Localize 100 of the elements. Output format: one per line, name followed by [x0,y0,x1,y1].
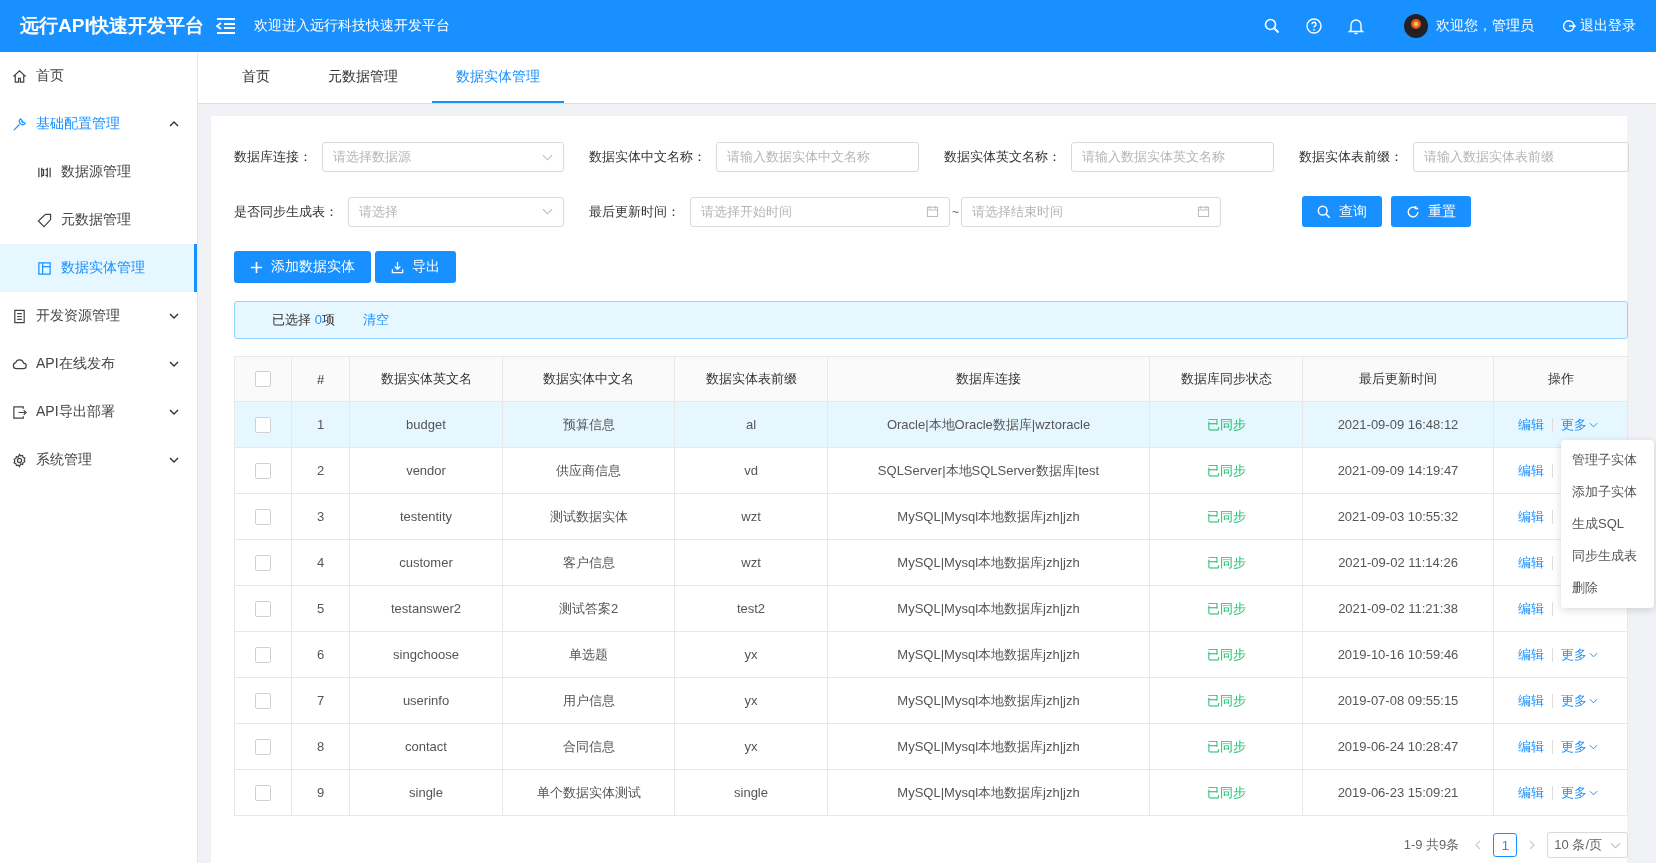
status-cell: 已同步 [1149,447,1303,494]
table-row[interactable]: 6 singchoose 单选题 yx MySQL|Mysql本地数据库jzh|jzh 已同步 2019-10-16 10:59:46 编辑 更多 [234,631,1628,678]
table-cell: 2021-09-09 14:19:47 [1302,447,1494,494]
table-row[interactable]: 7 userinfo 用户信息 yx MySQL|Mysql本地数据库jzh|jzh 已同步 2019-07-08 09:55:15 编辑 更多 [234,677,1628,724]
chevron-icon [169,361,179,367]
page-size-select[interactable]: 10 条/页 [1547,832,1628,858]
page-button[interactable]: 1 [1493,833,1518,857]
edit-link[interactable]: 编辑 [1518,645,1544,664]
edit-link[interactable]: 编辑 [1518,737,1544,756]
table-cell: 4 [291,539,350,586]
status-cell: 已同步 [1149,585,1303,632]
file-icon [12,308,27,324]
more-link[interactable]: 更多 [1561,691,1598,710]
selection-count: 已选择 0项 [272,311,335,329]
column-header: # [291,356,350,402]
filter-label: 数据实体表前缀： [1299,148,1403,166]
tab[interactable]: 元数据管理 [304,52,422,103]
filter-label: 数据库连接： [234,148,312,166]
column-header: 数据库连接 [827,356,1150,402]
sidebar-subitem[interactable]: 数据实体管理 [0,244,197,292]
sidebar-subitem[interactable]: 数据源管理 [0,148,197,196]
edit-link[interactable]: 编辑 [1518,599,1544,618]
table-cell: yx [674,631,828,678]
menu-fold-icon[interactable] [216,18,236,34]
table-cell: testentity [349,493,503,540]
export-button[interactable]: 导出 [375,251,456,283]
table-cell: vd [674,447,828,494]
next-page-icon[interactable] [1529,840,1536,850]
date-field[interactable]: 请选择开始时间 [690,196,950,227]
select-field[interactable]: 请选择 [348,196,564,227]
sidebar-item[interactable]: API导出部署 [0,388,197,436]
input-field[interactable]: 请输入数据实体表前缀 [1413,142,1629,172]
edit-link[interactable]: 编辑 [1518,553,1544,572]
table-cell: MySQL|Mysql本地数据库jzh|jzh [827,539,1150,586]
checkbox[interactable] [255,508,271,525]
logout-button[interactable]: 退出登录 [1562,17,1636,35]
user-greeting[interactable]: 欢迎您，管理员 [1436,17,1534,35]
calendar-icon [926,205,939,218]
checkbox[interactable] [255,600,271,617]
chevron-icon [1610,841,1621,849]
chevron-icon [1589,651,1598,658]
column-header: 数据实体表前缀 [674,356,828,402]
tab[interactable]: 数据实体管理 [432,52,564,103]
edit-link[interactable]: 编辑 [1518,691,1544,710]
more-link[interactable]: 更多 [1561,415,1598,434]
more-link[interactable]: 更多 [1561,783,1598,802]
input-field[interactable]: 请输入数据实体英文名称 [1071,142,1274,172]
table-cell: 测试数据实体 [502,493,675,540]
search-button[interactable]: 查询 [1302,196,1382,227]
checkbox[interactable] [255,692,271,709]
help-icon[interactable] [1306,18,1322,34]
edit-link[interactable]: 编辑 [1518,507,1544,526]
checkbox[interactable] [255,462,271,479]
table-cell: contact [349,723,503,770]
table-row[interactable]: 1 budget 预算信息 al Oracle|本地Oracle数据库|wztoracle 已同步 2021-09-09 16:48:12 编辑 更多 [234,401,1628,448]
tag-icon [37,212,52,228]
reset-button[interactable]: 重置 [1391,196,1471,227]
bell-icon[interactable] [1348,17,1364,35]
chevron-icon [169,409,179,415]
sidebar-item[interactable]: 开发资源管理 [0,292,197,340]
table-cell: 客户信息 [502,539,675,586]
checkbox[interactable] [255,371,271,388]
input-field[interactable]: 请输入数据实体中文名称 [716,142,919,172]
table-cell: 7 [291,677,350,724]
checkbox[interactable] [255,416,271,433]
sidebar-item[interactable]: 首页 [0,52,197,100]
sidebar-item[interactable]: 系统管理 [0,436,197,484]
filter-label: 数据实体中文名称： [589,148,706,166]
edit-link[interactable]: 编辑 [1518,783,1544,802]
gear-icon [12,452,27,468]
add-button[interactable]: 添加数据实体 [234,251,371,283]
date-field[interactable]: 请选择结束时间 [961,196,1221,227]
table-cell: test2 [674,585,828,632]
more-link[interactable]: 更多 [1561,737,1598,756]
tab[interactable]: 首页 [218,52,294,103]
previous-page-icon[interactable] [1475,840,1482,850]
table-cell: 2021-09-02 11:21:38 [1302,585,1494,632]
checkbox[interactable] [255,784,271,801]
edit-link[interactable]: 编辑 [1518,415,1544,434]
table-cell: 6 [291,631,350,678]
table-row[interactable]: 9 single 单个数据实体测试 single MySQL|Mysql本地数据库jzh|jzh 已同步 2019-06-23 15:09:21 编辑 更多 [234,769,1628,816]
search-icon[interactable] [1264,18,1280,34]
avatar[interactable] [1404,14,1428,38]
column-header: 数据库同步状态 [1149,356,1303,402]
app-title: 远行API快速开发平台 [20,14,205,38]
table-cell: yx [674,723,828,770]
sidebar-item[interactable]: 基础配置管理 [0,100,197,148]
sidebar-subitem[interactable]: 元数据管理 [0,196,197,244]
sidebar-item[interactable]: API在线发布 [0,340,197,388]
table-cell: wzt [674,539,828,586]
table-cell: 1 [291,401,350,448]
checkbox[interactable] [255,646,271,663]
clear-link[interactable]: 清空 [362,311,389,329]
more-link[interactable]: 更多 [1561,645,1598,664]
filter-label: 数据实体英文名称： [944,148,1061,166]
table-row[interactable]: 8 contact 合同信息 yx MySQL|Mysql本地数据库jzh|jzh 已同步 2019-06-24 10:28:47 编辑 更多 [234,723,1628,770]
checkbox[interactable] [255,738,271,755]
select-field[interactable]: 请选择数据源 [322,142,564,172]
edit-link[interactable]: 编辑 [1518,461,1544,480]
checkbox[interactable] [255,554,271,571]
